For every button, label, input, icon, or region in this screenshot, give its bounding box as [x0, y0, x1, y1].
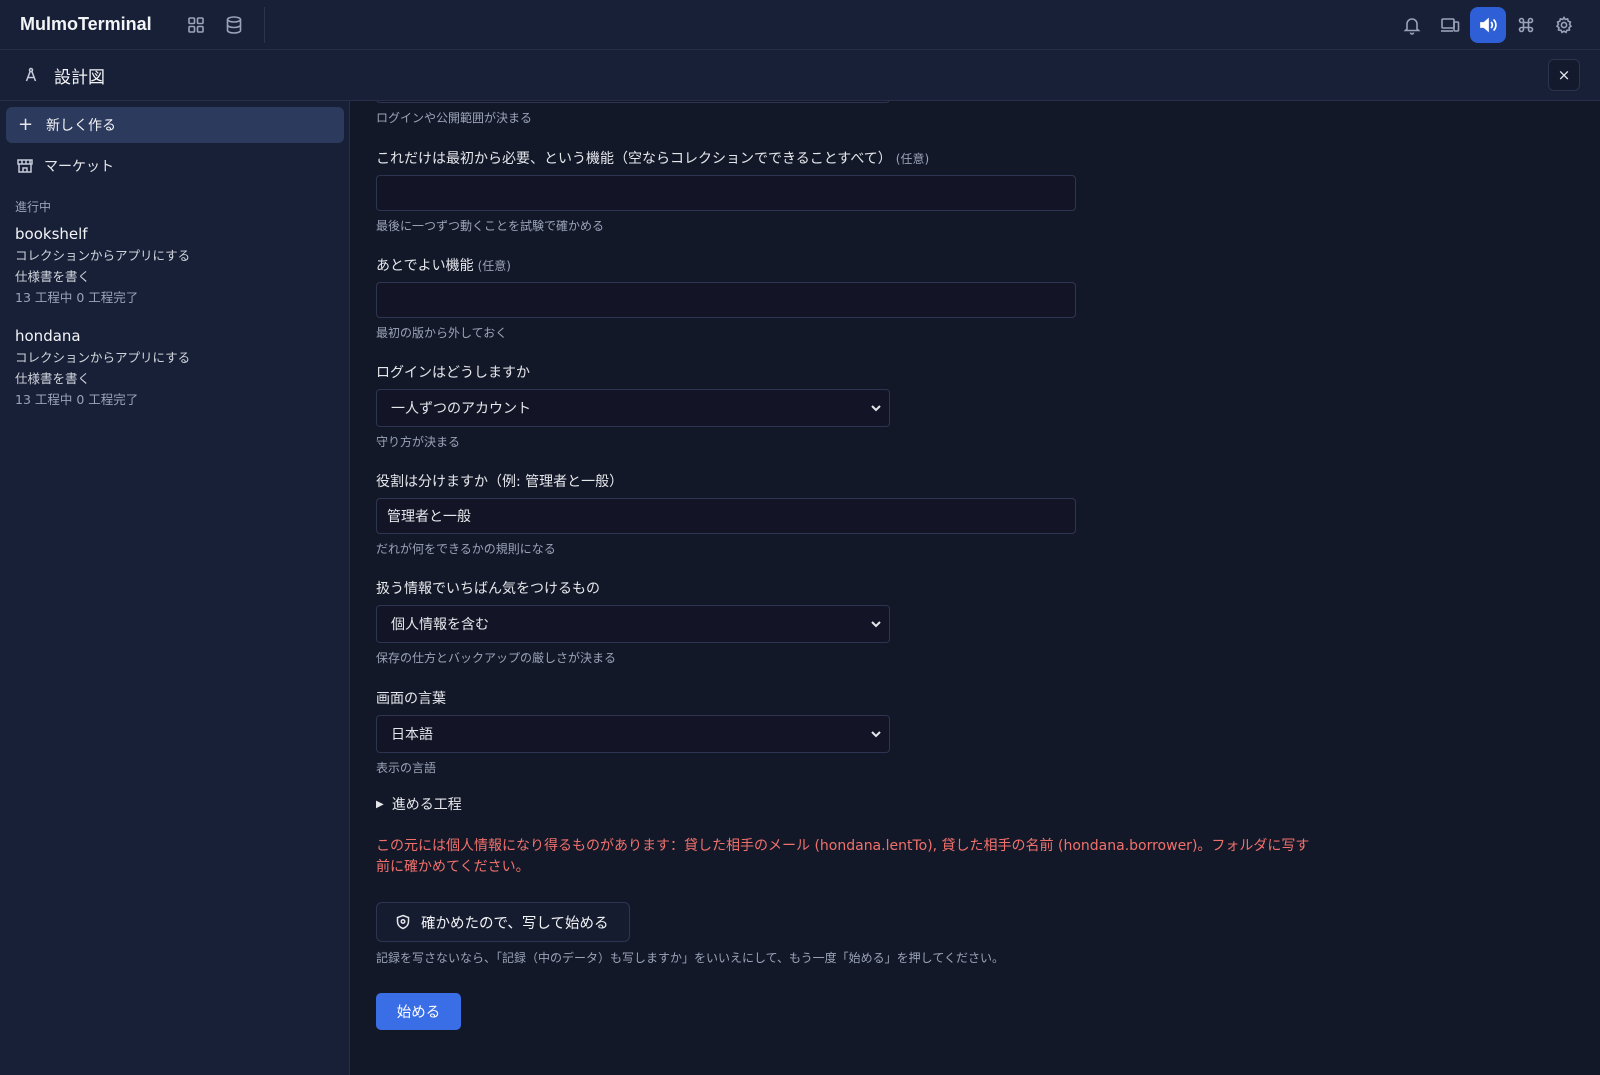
field-help: 保存の仕方とバックアップの厳しさが決まる: [376, 651, 617, 665]
project-line: コレクションからアプリにする: [15, 350, 191, 365]
app-title: MulmoTerminal: [20, 14, 152, 34]
sub-header: 設計図 ×: [0, 50, 1600, 101]
section-label: 進行中: [15, 200, 52, 214]
store-icon: [17, 159, 33, 173]
sensitive-data-select[interactable]: 個人情報を含む: [376, 605, 890, 643]
chevron-down-icon: [871, 621, 881, 628]
chevron-down-icon: [871, 731, 881, 738]
sidebar-item-market[interactable]: マーケット: [6, 148, 344, 184]
later-features-input[interactable]: [376, 282, 1076, 318]
field-help: 守り方が決まる: [376, 435, 461, 449]
project-name: bookshelf: [15, 225, 88, 243]
speaker-icon[interactable]: [1470, 6, 1506, 43]
top-right-icons: [1394, 6, 1582, 43]
field-help: だれが何をできるかの規則になる: [376, 542, 556, 556]
start-button[interactable]: 始める: [376, 993, 461, 1030]
new-button-label: 新しく作る: [46, 118, 116, 134]
project-line: 仕様書を書く: [15, 371, 91, 386]
optional-tag: (任意): [477, 259, 511, 273]
main-form: ログインや公開範囲が決まる これだけは最初から必要、という機能（空ならコレクショ…: [351, 101, 1600, 1075]
language-select[interactable]: 日本語: [376, 715, 890, 753]
grid-icon[interactable]: [178, 7, 214, 43]
project-progress: 13 工程中 0 工程完了: [15, 290, 139, 305]
optional-tag: (任意): [895, 152, 930, 166]
copy-note: 記録を写さないなら、「記録（中のデータ）も写しますか」をいいえにして、もう一度「…: [376, 951, 1004, 965]
field-help: 最後に一つずつ動くことを試験で確かめる: [376, 219, 605, 233]
field-language: 画面の言葉 日本語 表示の言語: [376, 689, 890, 777]
compass-icon: [22, 66, 40, 84]
chevron-down-icon: [871, 405, 881, 412]
field-label: ログインはどうしますか: [376, 365, 530, 381]
close-button[interactable]: ×: [1548, 59, 1580, 91]
field-label: 画面の言葉: [376, 691, 446, 707]
project-item[interactable]: hondana コレクションからアプリにする 仕様書を書く 13 工程中 0 工…: [15, 325, 190, 410]
bell-icon[interactable]: [1394, 7, 1430, 43]
page-title: 設計図: [54, 67, 105, 88]
required-features-input[interactable]: [376, 175, 1076, 211]
confirm-copy-start-button[interactable]: 確かめたので、写して始める: [376, 902, 630, 942]
field-label: 役割は分けますか（例: 管理者と一般）: [376, 474, 624, 490]
project-line: コレクションからアプリにする: [15, 248, 191, 263]
field-sensitive-data: 扱う情報でいちばん気をつけるもの 個人情報を含む 保存の仕方とバックアップの厳し…: [376, 579, 890, 667]
sensitive-select-value: 個人情報を含む: [391, 617, 489, 633]
top-divider: [264, 6, 265, 43]
command-icon[interactable]: [1508, 7, 1544, 43]
login-select-value: 一人ずつのアカウント: [391, 401, 531, 417]
steps-disclosure-label: 進める工程: [391, 797, 462, 813]
field-label: 扱う情報でいちばん気をつけるもの: [376, 581, 600, 597]
triangle-right-icon: ▶: [376, 798, 384, 810]
top-left-icons: [178, 7, 252, 43]
confirm-button-label: 確かめたので、写して始める: [421, 915, 609, 932]
database-icon[interactable]: [216, 7, 252, 43]
field-login: ログインはどうしますか 一人ずつのアカウント 守り方が決まる: [376, 363, 890, 451]
project-progress: 13 工程中 0 工程完了: [15, 392, 139, 407]
sidebar: + 新しく作る マーケット 進行中 bookshelf コレクションからアプリに…: [0, 101, 350, 1075]
field-required-features: これだけは最初から必要、という機能（空ならコレクションでできることすべて） (任意…: [376, 149, 1076, 235]
new-button[interactable]: + 新しく作る: [6, 107, 344, 143]
field-label: これだけは最初から必要、という機能（空ならコレクションでできることすべて）: [376, 151, 892, 167]
language-select-value: 日本語: [391, 727, 433, 743]
field-help: 最初の版から外しておく: [376, 326, 508, 340]
gear-icon[interactable]: [1546, 7, 1582, 43]
project-line: 仕様書を書く: [15, 269, 91, 284]
top-bar: MulmoTerminal: [0, 0, 1600, 50]
field-help: ログインや公開範囲が決まる: [376, 111, 533, 125]
market-label: マーケット: [44, 159, 114, 175]
plus-icon: +: [18, 114, 34, 135]
field-label: あとでよい機能: [376, 258, 474, 274]
field-help: 表示の言語: [376, 761, 437, 775]
roles-input[interactable]: 管理者と一般: [376, 498, 1076, 534]
devices-icon[interactable]: [1432, 7, 1468, 43]
login-select[interactable]: 一人ずつのアカウント: [376, 389, 890, 427]
privacy-warning: この元には個人情報になり得るものがあります：貸した相手のメール (hondana…: [376, 838, 1310, 875]
project-item[interactable]: bookshelf コレクションからアプリにする 仕様書を書く 13 工程中 0…: [15, 223, 190, 308]
steps-disclosure[interactable]: ▶ 進める工程: [376, 794, 462, 814]
project-name: hondana: [15, 327, 81, 345]
field-roles: 役割は分けますか（例: 管理者と一般） 管理者と一般 だれが何をできるかの規則に…: [376, 472, 1076, 558]
shield-icon: [396, 914, 410, 930]
partial-input[interactable]: [376, 101, 890, 103]
field-later-features: あとでよい機能 (任意) 最初の版から外しておく: [376, 256, 1076, 342]
